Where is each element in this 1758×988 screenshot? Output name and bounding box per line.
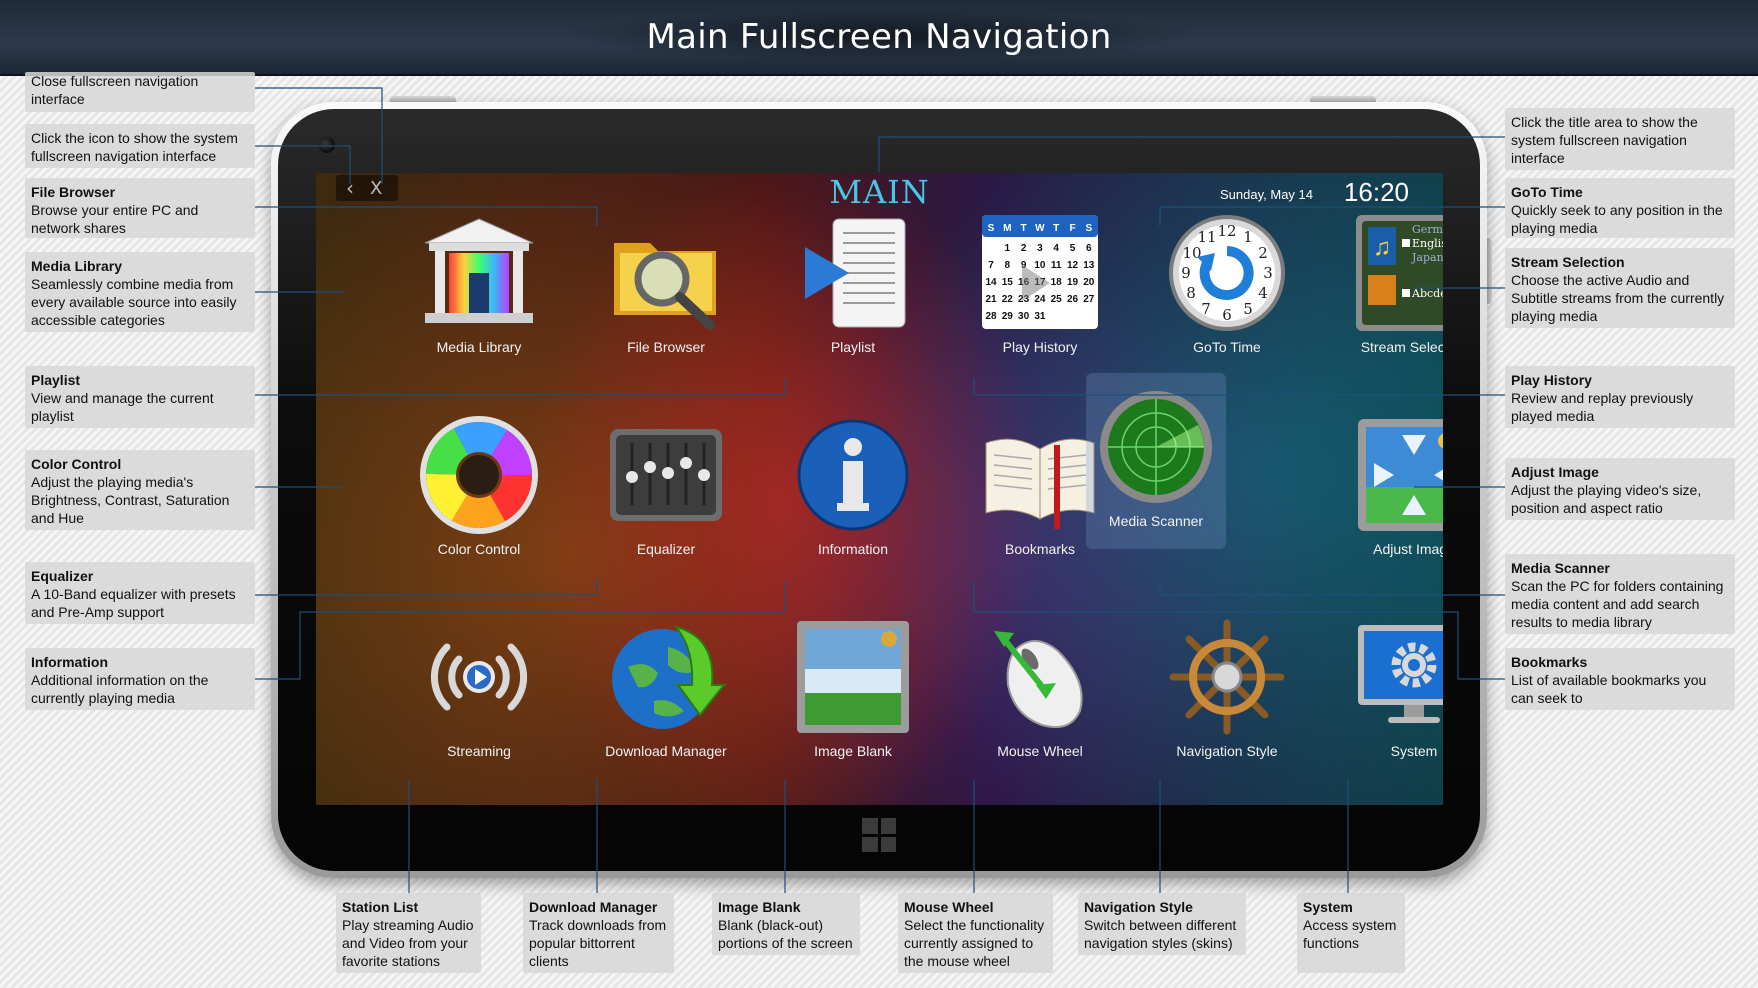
callout-download-manager: Download Manager Track downloads from po… xyxy=(523,893,674,973)
callout-title: Play History xyxy=(1511,372,1592,388)
callout-title: Station List xyxy=(342,899,419,915)
callout-text: Choose the active Audio and Subtitle str… xyxy=(1511,272,1725,324)
callout-text: Click the title area to show the system … xyxy=(1511,114,1698,166)
callout-title: Equalizer xyxy=(31,568,94,584)
callout-title: Image Blank xyxy=(718,899,801,915)
callout-text: Access system functions xyxy=(1303,917,1397,951)
callout-title: Stream Selection xyxy=(1511,254,1625,270)
callout-text: Select the functionality currently assig… xyxy=(904,917,1045,969)
callout-station-list: Station List Play streaming Audio and Vi… xyxy=(336,893,481,973)
callout-text: Quickly seek to any position in the play… xyxy=(1511,202,1723,236)
callout-title: Adjust Image xyxy=(1511,464,1599,480)
callout-navigation-style: Navigation Style Switch between differen… xyxy=(1078,893,1246,955)
callout-text: Switch between different navigation styl… xyxy=(1084,917,1237,951)
callout-text: Adjust the playing video's size, positio… xyxy=(1511,482,1702,516)
callout-bookmarks: Bookmarks List of available bookmarks yo… xyxy=(1505,648,1735,710)
callout-text: View and manage the current playlist xyxy=(31,390,214,424)
callout-file-browser: File Browser Browse your entire PC and n… xyxy=(25,178,255,238)
callout-text: Play streaming Audio and Video from your… xyxy=(342,917,474,969)
callout-text: Track downloads from popular bittorrent … xyxy=(529,917,667,969)
callout-connectors xyxy=(255,87,1505,893)
callout-mouse-wheel: Mouse Wheel Select the functionality cur… xyxy=(898,893,1053,973)
callout-title: Download Manager xyxy=(529,899,658,915)
callout-media-scanner: Media Scanner Scan the PC for folders co… xyxy=(1505,554,1735,634)
callout-text: Click the icon to show the system fullsc… xyxy=(31,130,238,164)
callout-text: Adjust the playing media's Brightness, C… xyxy=(31,474,230,526)
callout-title: Color Control xyxy=(31,456,122,472)
callout-image-blank: Image Blank Blank (black-out) portions o… xyxy=(712,893,860,955)
callout-title: Playlist xyxy=(31,372,81,388)
callout-information: Information Additional information on th… xyxy=(25,648,255,710)
callout-text: Close fullscreen navigation interface xyxy=(31,73,199,107)
callout-system: System Access system functions xyxy=(1297,893,1405,973)
callout-system-icon: Click the icon to show the system fullsc… xyxy=(25,124,255,168)
callout-title: Information xyxy=(31,654,108,670)
callout-playlist: Playlist View and manage the current pla… xyxy=(25,366,255,428)
callout-title: GoTo Time xyxy=(1511,184,1583,200)
callout-title: Mouse Wheel xyxy=(904,899,994,915)
callout-title-area: Click the title area to show the system … xyxy=(1505,108,1735,170)
callout-goto-time: GoTo Time Quickly seek to any position i… xyxy=(1505,178,1735,238)
callout-equalizer: Equalizer A 10-Band equalizer with prese… xyxy=(25,562,255,624)
callout-play-history: Play History Review and replay previousl… xyxy=(1505,366,1735,428)
callout-title: Bookmarks xyxy=(1511,654,1588,670)
callout-stream-selection: Stream Selection Choose the active Audio… xyxy=(1505,248,1735,328)
callout-text: A 10-Band equalizer with presets and Pre… xyxy=(31,586,236,620)
callout-title: System xyxy=(1303,899,1353,915)
callout-color-control: Color Control Adjust the playing media's… xyxy=(25,450,255,530)
callout-text: Blank (black-out) portions of the screen xyxy=(718,917,853,951)
callout-adjust-image: Adjust Image Adjust the playing video's … xyxy=(1505,458,1735,520)
callout-text: Scan the PC for folders containing media… xyxy=(1511,578,1724,630)
callout-text: List of available bookmarks you can seek… xyxy=(1511,672,1707,706)
callout-text: Additional information on the currently … xyxy=(31,672,209,706)
callout-title: File Browser xyxy=(31,184,116,200)
callout-title: Navigation Style xyxy=(1084,899,1193,915)
callout-text: Browse your entire PC and network shares xyxy=(31,202,199,236)
callout-text: Review and replay previously played medi… xyxy=(1511,390,1694,424)
callout-media-library: Media Library Seamlessly combine media f… xyxy=(25,252,255,332)
callout-text: Seamlessly combine media from every avai… xyxy=(31,276,237,328)
callout-title: Media Scanner xyxy=(1511,560,1610,576)
callout-close: Close fullscreen navigation interface xyxy=(25,72,255,112)
callout-title: Media Library xyxy=(31,258,123,274)
